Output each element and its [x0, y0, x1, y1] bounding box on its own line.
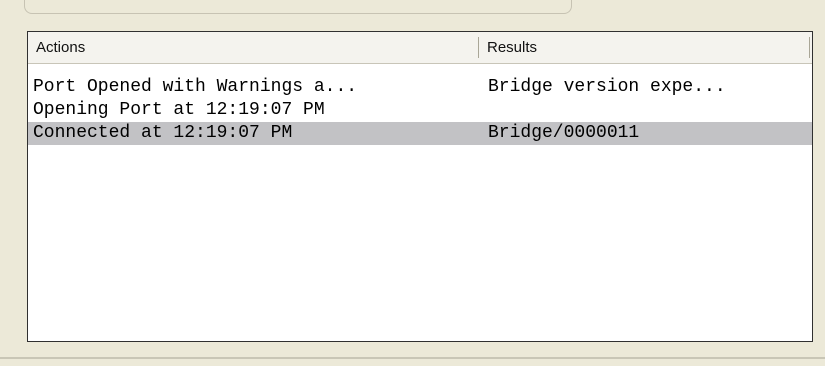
column-divider[interactable] [809, 37, 810, 58]
action-cell: Opening Port at 12:19:07 PM [33, 100, 325, 120]
result-cell: Bridge/0000011 [488, 123, 640, 143]
panel-bottom-edge [0, 357, 825, 359]
list-row[interactable]: Port Opened with Warnings a... Bridge ve… [28, 76, 812, 99]
list-rows: Port Opened with Warnings a... Bridge ve… [28, 76, 812, 145]
action-cell: Connected at 12:19:07 PM [33, 123, 293, 143]
group-box-edge [24, 0, 572, 14]
column-header-actions[interactable]: Actions [28, 32, 479, 63]
list-row[interactable]: Opening Port at 12:19:07 PM [28, 99, 812, 122]
actions-results-list[interactable]: Actions Results Port Opened with Warning… [27, 31, 813, 342]
action-cell: Port Opened with Warnings a... [33, 77, 358, 97]
list-header: Actions Results [28, 32, 812, 64]
list-row-selected[interactable]: Connected at 12:19:07 PM Bridge/0000011 [28, 122, 812, 145]
result-cell: Bridge version expe... [488, 77, 726, 97]
column-header-results[interactable]: Results [479, 32, 809, 63]
